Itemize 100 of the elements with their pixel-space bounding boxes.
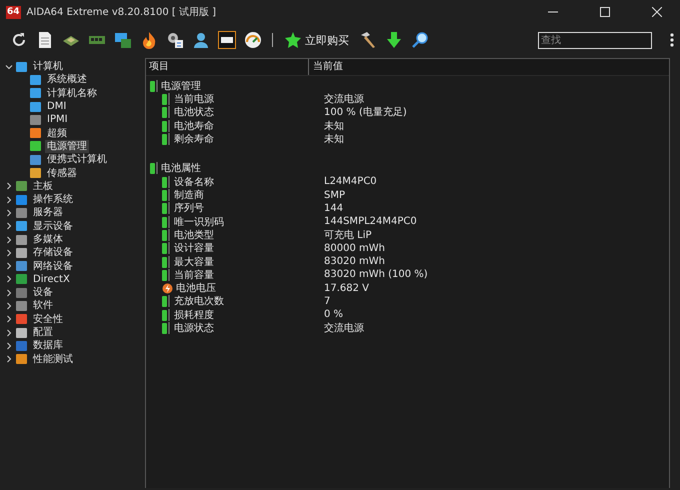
search-field[interactable]: 查找	[538, 32, 652, 48]
battery-icon	[150, 162, 159, 174]
tree-item[interactable]: 主板	[31, 180, 55, 193]
tree-item[interactable]: 系统概述	[45, 73, 89, 86]
item-label: 序列号	[174, 202, 204, 216]
expand-icon[interactable]	[5, 248, 13, 257]
expand-icon[interactable]	[5, 302, 13, 310]
item-value: 0 %	[324, 309, 344, 320]
tree-item[interactable]: 软件	[31, 299, 55, 312]
category-icon	[16, 194, 27, 205]
category-icon	[16, 314, 27, 324]
tree-item[interactable]: DirectX	[31, 272, 72, 286]
item-value: 83020 mWh	[324, 256, 385, 267]
expand-icon[interactable]	[5, 355, 13, 364]
tree-item[interactable]: 操作系统	[31, 193, 75, 206]
item-value: 144	[324, 202, 344, 214]
section-title: 电源管理	[161, 80, 201, 93]
category-icon	[16, 261, 27, 272]
tree-item[interactable]: 数据库	[31, 339, 65, 352]
tree-item[interactable]: 计算机	[31, 60, 65, 74]
battery-icon	[162, 189, 171, 202]
collapse-icon[interactable]	[5, 62, 13, 71]
search-icon[interactable]	[411, 31, 429, 49]
expand-icon[interactable]	[5, 236, 13, 244]
category-icon	[30, 128, 41, 138]
expand-icon[interactable]	[5, 342, 13, 350]
item-label: 当前容量	[174, 268, 214, 282]
expand-icon[interactable]	[5, 275, 13, 284]
battery-icon	[162, 216, 171, 228]
expand-icon[interactable]	[5, 196, 13, 204]
tree-item[interactable]: IPMI	[45, 113, 70, 126]
battery-icon	[162, 268, 171, 281]
tree-item[interactable]: 超频	[45, 126, 69, 140]
battery-icon	[162, 242, 171, 254]
tree-item[interactable]: 便携式计算机	[45, 153, 109, 166]
item-label: 剩余寿命	[174, 132, 214, 146]
item-label: 设备名称	[174, 176, 214, 189]
tree-item[interactable]: 配置	[31, 326, 55, 340]
item-label: 电池电压	[176, 282, 216, 296]
item-value: 17.682 V	[324, 282, 370, 294]
category-icon	[30, 114, 41, 125]
battery-icon	[162, 228, 171, 241]
battery-icon	[162, 176, 171, 188]
tree-item[interactable]: 电源管理	[45, 140, 89, 153]
monitor-icon[interactable]	[114, 31, 132, 49]
category-icon	[16, 62, 27, 72]
more-icon[interactable]	[670, 33, 674, 47]
item-value: L24M4PC0	[324, 176, 377, 188]
osd-icon[interactable]	[218, 31, 236, 49]
star-icon	[285, 32, 301, 48]
item-label: 最大容量	[174, 256, 214, 269]
hammer-icon[interactable]	[359, 31, 377, 49]
item-value: 83020 mWh (100 %)	[324, 269, 428, 280]
tree-item[interactable]: 性能测试	[31, 352, 75, 366]
item-value: 80000 mWh	[324, 242, 385, 254]
tree-item[interactable]: 服务器	[31, 206, 65, 220]
column-header[interactable]: 当前值	[308, 59, 343, 75]
download-icon[interactable]	[385, 31, 403, 49]
tree-item[interactable]: 安全性	[31, 312, 65, 326]
tree-item[interactable]: 网络设备	[31, 260, 75, 273]
item-label: 制造商	[174, 188, 204, 202]
item-label: 充放电次数	[174, 294, 224, 308]
tree-item[interactable]: DMI	[45, 100, 68, 114]
gauge-icon[interactable]	[244, 31, 262, 49]
buy-button[interactable]: 立即购买	[283, 32, 351, 48]
battery-icon	[162, 132, 171, 145]
item-value: 可充电 LiP	[324, 228, 372, 242]
expand-icon[interactable]	[5, 208, 13, 217]
expand-icon[interactable]	[5, 328, 13, 337]
refresh-icon[interactable]	[10, 31, 28, 49]
column-header[interactable]: 项目	[146, 59, 308, 75]
category-icon	[16, 300, 27, 311]
item-value: SMP	[324, 190, 346, 201]
category-icon	[30, 88, 41, 98]
tree-item[interactable]: 存储设备	[31, 246, 75, 260]
category-icon	[16, 248, 27, 258]
item-label: 设计容量	[174, 242, 214, 256]
category-icon	[16, 221, 27, 232]
tree-item[interactable]: 传感器	[45, 166, 79, 180]
expand-icon[interactable]	[5, 315, 13, 324]
tree-item[interactable]: 多媒体	[31, 233, 65, 246]
item-value: 100 % (电量充足)	[324, 106, 407, 120]
battery-icon	[150, 80, 159, 92]
close-icon[interactable]	[652, 7, 662, 17]
report-icon[interactable]	[36, 31, 54, 49]
flame-icon[interactable]	[140, 31, 158, 49]
battery-icon	[162, 308, 171, 321]
person-icon[interactable]	[192, 31, 210, 49]
tree-item[interactable]: 计算机名称	[45, 86, 99, 100]
category-icon	[16, 181, 27, 192]
expand-icon[interactable]	[5, 262, 13, 270]
expand-icon[interactable]	[5, 182, 13, 190]
item-value: 交流电源	[324, 92, 364, 106]
item-value: 未知	[324, 132, 344, 146]
expand-icon[interactable]	[5, 288, 13, 297]
maximize-icon[interactable]	[600, 7, 610, 17]
gear-icon[interactable]	[166, 31, 184, 49]
expand-icon[interactable]	[5, 222, 13, 230]
tree-item[interactable]: 设备	[31, 286, 55, 300]
tree-item[interactable]: 显示设备	[31, 220, 75, 233]
